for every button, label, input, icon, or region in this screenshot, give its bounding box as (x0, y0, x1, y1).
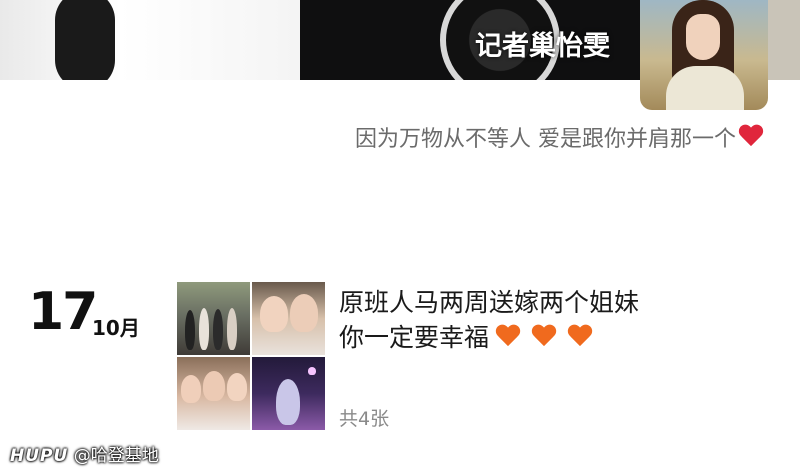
signature-text: 因为万物从不等人 爱是跟你并肩那一个 (355, 127, 736, 152)
orange-heart-icon (531, 325, 557, 349)
watermark: HUPU @哈登基地 (10, 441, 159, 466)
red-heart-icon (738, 125, 764, 149)
watermark-handle: @哈登基地 (73, 446, 159, 466)
photo-light (308, 367, 316, 375)
post-text-line-2: 你一定要幸福 (339, 323, 490, 352)
post-text-line-1: 原班人马两周送嫁两个姐妹 (339, 288, 640, 317)
post-date-day: 17 (28, 282, 98, 342)
post-photo-1[interactable] (177, 282, 250, 355)
cover-photo-detail (55, 0, 115, 80)
watermark-brand: HUPU (10, 446, 69, 466)
photo-face (260, 296, 288, 332)
post-text-line-2-wrap: 你一定要幸福 (339, 320, 769, 355)
photo-figure (199, 308, 209, 350)
photo-face (227, 373, 247, 401)
cover-photo-edge (768, 0, 800, 80)
photo-figure (213, 309, 223, 350)
photo-face (203, 371, 225, 401)
orange-heart-icon (567, 325, 593, 349)
post-text[interactable]: 原班人马两周送嫁两个姐妹 你一定要幸福 (339, 285, 769, 355)
photo-figure (276, 379, 300, 425)
photo-count-label: 共4张 (339, 408, 390, 430)
photo-face (290, 294, 318, 332)
profile-signature: 因为万物从不等人 爱是跟你并肩那一个 (355, 121, 764, 153)
post-photo-3[interactable] (177, 357, 250, 430)
photo-figure (227, 308, 237, 350)
cover-author-overlay: 记者巢怡雯 (475, 31, 610, 62)
post-photo-2[interactable] (252, 282, 325, 355)
cover-photo-left (0, 0, 300, 80)
photo-figure (185, 310, 195, 350)
orange-heart-icon (495, 325, 521, 349)
avatar[interactable] (640, 0, 768, 110)
photo-face (181, 375, 201, 403)
post-photo-4[interactable] (252, 357, 325, 430)
post-date-month: 10月 (92, 316, 140, 340)
avatar-body (666, 66, 744, 110)
avatar-face (686, 14, 720, 60)
